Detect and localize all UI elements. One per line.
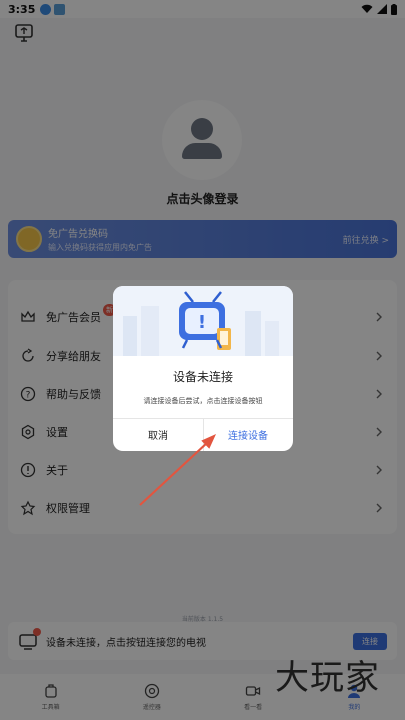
connect-device-button[interactable]: 连接设备 [203,418,293,451]
device-not-connected-dialog: ! 设备未连接 请连接设备后尝试，点击连接设备按钮 取消 连接设备 [113,286,293,451]
tv-illustration-icon: ! [113,286,293,356]
svg-text:!: ! [198,312,206,333]
cancel-button[interactable]: 取消 [113,418,203,451]
watermark: 大玩家 [275,658,380,698]
dialog-message: 请连接设备后尝试，点击连接设备按钮 [143,397,263,405]
dialog-title: 设备未连接 [172,370,233,384]
